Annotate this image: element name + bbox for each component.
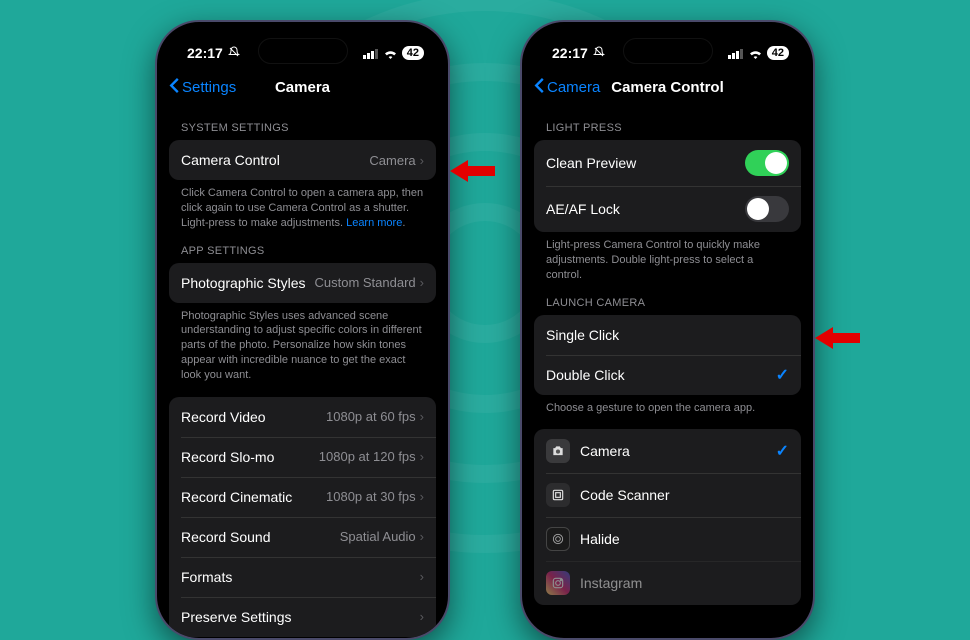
- row-aeaf-lock: AE/AF Lock: [534, 186, 801, 232]
- row-camera-control[interactable]: Camera Control Camera ›: [169, 140, 436, 180]
- back-label: Settings: [182, 79, 236, 96]
- back-label: Camera: [547, 79, 600, 96]
- row-record-sound[interactable]: Record Sound Spatial Audio›: [169, 517, 436, 557]
- section-header-launch: LAUNCH CAMERA: [534, 283, 801, 315]
- chevron-right-icon: ›: [420, 409, 424, 424]
- signal-icon: [363, 48, 379, 59]
- row-record-video[interactable]: Record Video 1080p at 60 fps›: [169, 397, 436, 437]
- wifi-icon: [748, 48, 763, 59]
- code-scanner-app-icon: [546, 483, 570, 507]
- dynamic-island: [258, 38, 348, 64]
- row-app-camera[interactable]: Camera ✓: [534, 429, 801, 473]
- row-single-click[interactable]: Single Click: [534, 315, 801, 355]
- row-value: Camera: [369, 153, 415, 168]
- footer-text-app: Photographic Styles uses advanced scene …: [169, 303, 436, 383]
- back-button[interactable]: Camera: [534, 77, 600, 98]
- nav-bar: Camera Camera Control: [522, 70, 813, 108]
- bell-slash-icon: [228, 45, 240, 61]
- toggle-clean-preview[interactable]: [745, 150, 789, 176]
- check-icon: ✓: [776, 441, 789, 461]
- row-clean-preview: Clean Preview: [534, 140, 801, 186]
- footer-text-launch: Choose a gesture to open the camera app.: [534, 395, 801, 416]
- phone-right: 22:17 42 Camera Camera Control LIGHT PRE…: [520, 20, 815, 640]
- row-app-instagram[interactable]: Instagram: [534, 561, 801, 605]
- dynamic-island: [623, 38, 713, 64]
- battery-level: 42: [402, 46, 424, 60]
- row-record-slomo[interactable]: Record Slo-mo 1080p at 120 fps›: [169, 437, 436, 477]
- halide-app-icon: [546, 527, 570, 551]
- settings-group-recording: Record Video 1080p at 60 fps› Record Slo…: [169, 397, 436, 637]
- section-header-system: SYSTEM SETTINGS: [169, 108, 436, 140]
- camera-app-icon: [546, 439, 570, 463]
- row-label: Camera Control: [181, 152, 280, 168]
- row-double-click[interactable]: Double Click ✓: [534, 355, 801, 395]
- check-icon: ✓: [776, 365, 789, 385]
- nav-bar: Settings Camera: [157, 70, 448, 108]
- toggle-aeaf-lock[interactable]: [745, 196, 789, 222]
- page-title: Camera Control: [611, 79, 724, 96]
- footer-text-lightpress: Light-press Camera Control to quickly ma…: [534, 232, 801, 283]
- page-title: Camera: [275, 79, 330, 96]
- callout-arrow-1: [450, 158, 495, 184]
- status-time: 22:17: [552, 45, 588, 61]
- battery-level: 42: [767, 46, 789, 60]
- chevron-right-icon: ›: [420, 609, 424, 624]
- chevron-right-icon: ›: [420, 529, 424, 544]
- row-label: Photographic Styles: [181, 275, 306, 291]
- row-value: Custom Standard: [314, 275, 415, 290]
- signal-icon: [728, 48, 744, 59]
- learn-more-link[interactable]: Learn more: [346, 217, 402, 229]
- row-formats[interactable]: Formats ›: [169, 557, 436, 597]
- bell-slash-icon: [593, 45, 605, 61]
- callout-arrow-2: [815, 325, 860, 351]
- chevron-right-icon: ›: [420, 569, 424, 584]
- section-header-lightpress: LIGHT PRESS: [534, 108, 801, 140]
- section-header-app: APP SETTINGS: [169, 231, 436, 263]
- footer-text-system: Click Camera Control to open a camera ap…: [169, 180, 436, 231]
- row-app-halide[interactable]: Halide: [534, 517, 801, 561]
- chevron-right-icon: ›: [420, 449, 424, 464]
- row-app-code-scanner[interactable]: Code Scanner: [534, 473, 801, 517]
- phone-left: 22:17 42 Settings Camera SYSTEM SETTINGS…: [155, 20, 450, 640]
- status-time: 22:17: [187, 45, 223, 61]
- chevron-right-icon: ›: [420, 153, 424, 168]
- app-list: Camera ✓ Code Scanner Halide Inst: [534, 429, 801, 605]
- wifi-icon: [383, 48, 398, 59]
- chevron-left-icon: [169, 77, 180, 98]
- instagram-app-icon: [546, 571, 570, 595]
- chevron-left-icon: [534, 77, 545, 98]
- chevron-right-icon: ›: [420, 275, 424, 290]
- chevron-right-icon: ›: [420, 489, 424, 504]
- row-preserve-settings[interactable]: Preserve Settings ›: [169, 597, 436, 637]
- row-photographic-styles[interactable]: Photographic Styles Custom Standard ›: [169, 263, 436, 303]
- row-record-cinematic[interactable]: Record Cinematic 1080p at 30 fps›: [169, 477, 436, 517]
- back-button[interactable]: Settings: [169, 77, 236, 98]
